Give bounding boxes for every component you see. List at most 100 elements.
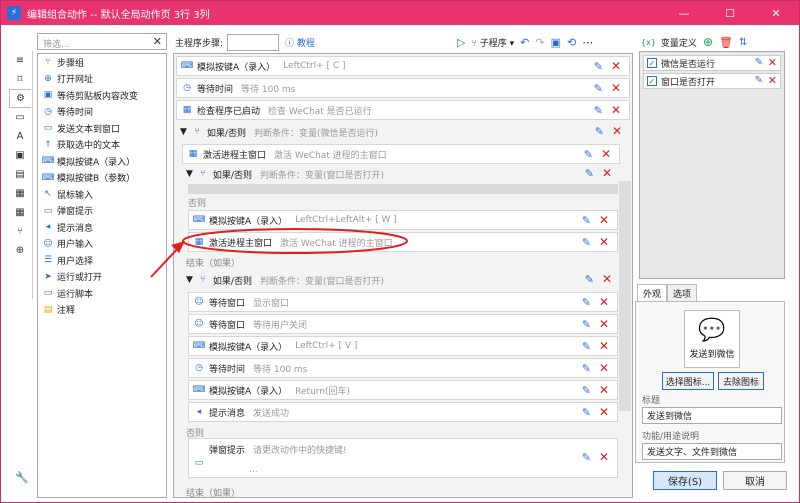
trash-icon[interactable]: 🗑 xyxy=(719,36,733,49)
subprogram-button[interactable]: ⑂ 子程序 ▾ xyxy=(471,36,514,49)
redo-icon[interactable]: ↷ xyxy=(535,36,544,49)
step-row[interactable]: ⌨ 模拟按键A（录入） Return(回车) ✎ ✕ xyxy=(188,380,618,400)
edit-icon[interactable]: ✎ xyxy=(594,104,603,117)
checkbox[interactable]: ✓ xyxy=(647,76,657,86)
edit-icon[interactable]: ✎ xyxy=(582,384,591,397)
windows-icon[interactable]: ▦ xyxy=(9,184,31,203)
collapse-icon[interactable]: ▼ xyxy=(186,169,193,179)
delete-icon[interactable]: ✕ xyxy=(599,317,609,331)
list-icon[interactable]: ≡ xyxy=(9,51,31,70)
undo-icon[interactable]: ↶ xyxy=(520,36,529,49)
minimize-button[interactable]: — xyxy=(661,1,707,25)
step-row[interactable]: ⌨ 模拟按键A（录入） LeftCtrl+ [ V ] ✎ ✕ xyxy=(188,336,618,356)
delete-icon[interactable]: ✕ xyxy=(602,166,612,180)
save-button[interactable]: 保存(S) xyxy=(653,471,717,490)
delete-icon[interactable]: ✕ xyxy=(602,272,612,286)
step-row[interactable]: ☺ 等待窗口 等待用户关闭 ✎ ✕ xyxy=(188,314,618,334)
delete-icon[interactable]: ✕ xyxy=(599,383,609,397)
title-field[interactable]: 发送到微信 xyxy=(642,407,782,424)
edit-icon[interactable]: ✎ xyxy=(594,82,603,95)
delete-icon[interactable]: ✕ xyxy=(599,235,609,249)
delete-icon[interactable]: ✕ xyxy=(768,74,777,87)
step-row[interactable]: ☺ 等待窗口 显示窗口 ✎ ✕ xyxy=(188,292,618,312)
delete-icon[interactable]: ✕ xyxy=(611,103,621,117)
tool-item[interactable]: ☰ 用户选择 xyxy=(38,252,166,269)
tool-item[interactable]: ➤ 运行或打开 xyxy=(38,269,166,286)
branch-icon[interactable]: ⑂ xyxy=(9,222,31,241)
bookmark-icon[interactable]: ⌑ xyxy=(9,70,31,89)
tool-item[interactable]: ▤ 注释 xyxy=(38,302,166,319)
window-icon[interactable]: ▭ xyxy=(9,108,31,127)
step-row[interactable]: ▭ 弹窗提示 请更改动作中的快捷键! ... ✎ ✕ xyxy=(188,438,618,478)
delete-icon[interactable]: ✕ xyxy=(768,56,777,69)
delete-icon[interactable]: ✕ xyxy=(599,361,609,375)
tool-item[interactable]: ⌨ 模拟按键B（参数） xyxy=(38,170,166,187)
edit-icon[interactable]: ✎ xyxy=(755,75,763,86)
add-variable-icon[interactable]: ⊕ xyxy=(703,35,713,49)
step-row[interactable]: ▦ 激活进程主窗口 激活 WeChat 进程的主窗口 ✎ ✕ xyxy=(188,232,618,252)
edit-icon[interactable]: ✎ xyxy=(582,451,591,464)
step-row[interactable]: ▼ ⑂ 如果/否则 判断条件：变量(窗口是否打开) ✎ ✕ xyxy=(182,270,620,290)
delete-icon[interactable]: ✕ xyxy=(611,81,621,95)
tool-item[interactable]: ↑ 获取选中的文本 xyxy=(38,137,166,154)
step-row[interactable]: ▦ 激活进程主窗口 激活 WeChat 进程的主窗口 ✎ ✕ xyxy=(182,144,620,164)
steps-scrollbar[interactable] xyxy=(619,181,631,411)
globe-icon[interactable]: ⊕ xyxy=(9,241,31,260)
edit-icon[interactable]: ✎ xyxy=(582,340,591,353)
step-row[interactable]: ⌨ 模拟按键A（录入） LeftCtrl+LeftAlt+ [ W ] ✎ ✕ xyxy=(188,210,618,230)
delete-icon[interactable]: ✕ xyxy=(611,59,621,73)
tool-item[interactable]: ▭ 发送文本到窗口 xyxy=(38,120,166,137)
document-icon[interactable]: ▤ xyxy=(9,165,31,184)
keyboard-icon[interactable]: ▦ xyxy=(9,203,31,222)
delete-icon[interactable]: ✕ xyxy=(599,213,609,227)
clipboard-icon[interactable]: ▣ xyxy=(9,146,31,165)
tool-item[interactable]: ◂ 提示消息 xyxy=(38,219,166,236)
edit-icon[interactable]: ✎ xyxy=(585,273,594,286)
checkbox[interactable]: ✓ xyxy=(647,58,657,68)
edit-icon[interactable]: ✎ xyxy=(582,296,591,309)
history-icon[interactable]: ⟲ xyxy=(567,36,576,49)
delete-icon[interactable]: ✕ xyxy=(612,124,622,138)
edit-icon[interactable]: ✎ xyxy=(582,362,591,375)
tool-item[interactable]: ⊕ 打开网址 xyxy=(38,71,166,88)
remove-icon-button[interactable]: 去除图标 xyxy=(718,372,764,390)
variable-item[interactable]: ✓ 窗口是否打开 ✎ ✕ xyxy=(643,73,781,89)
edit-icon[interactable]: ✎ xyxy=(595,125,604,138)
tool-item[interactable]: ▭ 弹窗提示 xyxy=(38,203,166,220)
step-row[interactable]: ◂ 提示消息 发送成功 ✎ ✕ xyxy=(188,402,618,422)
choose-icon-button[interactable]: 选择图标... xyxy=(662,372,714,390)
edit-icon[interactable]: ✎ xyxy=(594,60,603,73)
gear-icon[interactable]: ⚙ xyxy=(9,89,31,108)
maximize-button[interactable]: ☐ xyxy=(707,1,753,25)
desc-field[interactable]: 发送文字、文件到微信 xyxy=(642,443,782,460)
tutorial-link[interactable]: ⓘ 教程 xyxy=(285,36,315,49)
edit-icon[interactable]: ✎ xyxy=(582,406,591,419)
step-row[interactable]: ▼ ⑂ 如果/否则 判断条件：变量(窗口是否打开) ✎ ✕ xyxy=(182,164,620,184)
delete-icon[interactable]: ✕ xyxy=(599,339,609,353)
edit-icon[interactable]: ✎ xyxy=(582,236,591,249)
tool-item[interactable]: ⌨ 模拟按键A（录入） xyxy=(38,153,166,170)
step-row[interactable]: ⌨ 模拟按键A（录入） LeftCtrl+ [ C ] ✎ ✕ xyxy=(176,56,630,76)
clear-filter-icon[interactable]: ✕ xyxy=(153,35,162,48)
text-icon[interactable]: A xyxy=(9,127,31,146)
edit-icon[interactable]: ✎ xyxy=(582,318,591,331)
collapse-icon[interactable]: ▼ xyxy=(186,275,193,285)
cancel-button[interactable]: 取消 xyxy=(723,471,787,490)
save-icon[interactable]: ▣ xyxy=(551,36,561,49)
tool-item[interactable]: ▭ 运行脚本 xyxy=(38,285,166,302)
sort-icon[interactable]: ⇅ xyxy=(739,37,747,48)
edit-icon[interactable]: ✎ xyxy=(755,57,763,68)
play-icon[interactable]: ▷ xyxy=(457,36,465,49)
step-row[interactable]: ▦ 检查程序已启动 检查 WeChat 是否已运行 ✎ ✕ xyxy=(176,100,630,120)
wrench-icon[interactable]: 🔧 xyxy=(15,471,29,484)
step-input[interactable] xyxy=(227,33,280,51)
edit-icon[interactable]: ✎ xyxy=(584,148,593,161)
step-row[interactable]: ▼ ⑂ 如果/否则 判断条件：变量(微信是否运行) ✎ ✕ xyxy=(176,122,630,142)
close-button[interactable]: ✕ xyxy=(753,1,799,25)
tool-item[interactable]: ⑂ 步骤组 xyxy=(38,54,166,71)
collapse-icon[interactable]: ▼ xyxy=(180,127,187,137)
tab-appearance[interactable]: 外观 xyxy=(637,284,668,302)
delete-icon[interactable]: ✕ xyxy=(599,450,609,464)
tool-item[interactable]: ☺ 用户输入 xyxy=(38,236,166,253)
delete-icon[interactable]: ✕ xyxy=(599,295,609,309)
